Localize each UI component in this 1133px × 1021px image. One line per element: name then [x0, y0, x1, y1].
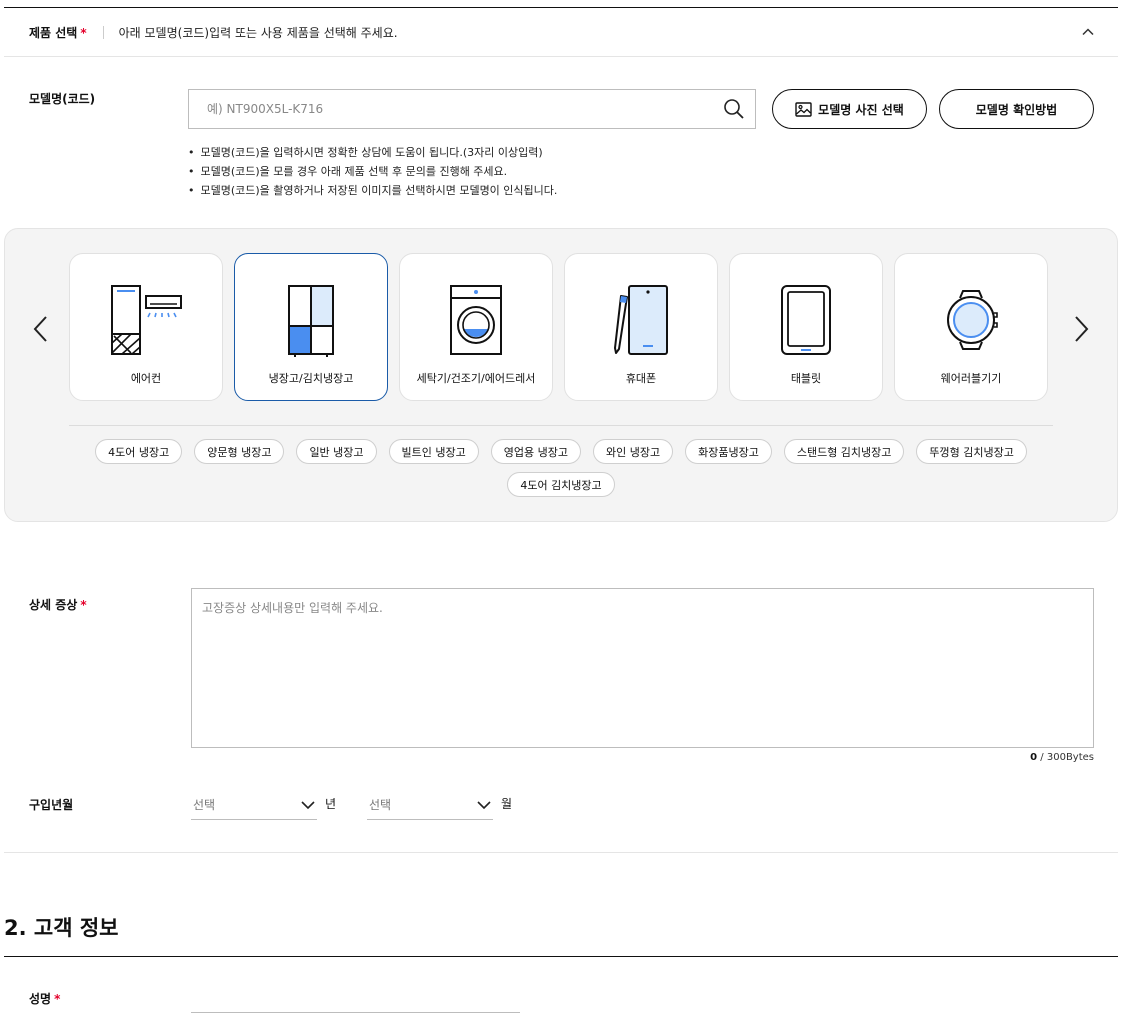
name-label: 성명 * [29, 992, 61, 1006]
subcategory-chip[interactable]: 스탠드형 김치냉장고 [783, 439, 905, 464]
product-select-description: 아래 모델명(코드)입력 또는 사용 제품을 선택해 주세요. [118, 26, 398, 40]
subcategory-chip[interactable]: 일반 냉장고 [296, 439, 377, 464]
chevron-left-icon [33, 316, 47, 342]
subcategory-chip[interactable]: 4도어 김치냉장고 [507, 472, 615, 497]
model-label: 모델명(코드) [29, 92, 96, 106]
model-notes: 모델명(코드)을 입력하시면 정확한 상담에 도움이 됩니다.(3자리 이상입력… [188, 143, 558, 200]
byte-limit: / 300Bytes [1037, 752, 1094, 763]
customer-section-title: 2. 고객 정보 [4, 916, 119, 940]
chevron-down-icon [477, 800, 491, 809]
model-note: 모델명(코드)을 입력하시면 정확한 상담에 도움이 됩니다.(3자리 이상입력… [188, 143, 557, 162]
category-name: 웨어러블기기 [940, 372, 1002, 385]
prev-arrow[interactable] [25, 309, 55, 349]
header-divider [4, 56, 1118, 57]
year-select-value: 선택 [193, 798, 216, 812]
subcategory-chip[interactable]: 빌트인 냉장고 [388, 439, 479, 464]
section-divider [4, 852, 1118, 853]
product-select-header[interactable]: 제품 선택 * 아래 모델명(코드)입력 또는 사용 제품을 선택해 주세요. [4, 8, 1118, 57]
chevron-up-icon[interactable] [1080, 24, 1096, 40]
category-name: 세탁기/건조기/에어드레서 [416, 372, 536, 385]
category-card-wearable[interactable]: 웨어러블기기 [894, 253, 1048, 401]
image-icon [795, 101, 812, 117]
smartwatch-icon [947, 290, 998, 350]
mobile-phone-icon [614, 285, 668, 355]
category-card-tablet[interactable]: 태블릿 [729, 253, 883, 401]
purchase-label: 구입년월 [29, 798, 74, 812]
month-select[interactable]: 선택 [367, 790, 493, 820]
subcategory-chip[interactable]: 화장품냉장고 [685, 439, 772, 464]
customer-section-divider [4, 956, 1118, 957]
month-select-value: 선택 [369, 798, 392, 812]
symptom-label: 상세 증상 * [29, 598, 87, 612]
subcategory-chip[interactable]: 양문형 냉장고 [194, 439, 285, 464]
byte-counter: 0 / 300Bytes [1030, 752, 1094, 763]
chevron-down-icon [301, 800, 315, 809]
model-howto-button[interactable]: 모델명 확인방법 [939, 89, 1094, 129]
air-conditioner-icon [111, 285, 182, 355]
tablet-icon [781, 285, 831, 355]
category-name: 냉장고/김치냉장고 [268, 372, 354, 385]
model-search-input[interactable] [189, 90, 723, 128]
next-arrow[interactable] [1067, 309, 1097, 349]
model-note: 모델명(코드)을 모를 경우 아래 제품 선택 후 문의를 진행해 주세요. [188, 162, 557, 181]
category-name: 휴대폰 [625, 372, 657, 385]
subcategory-chip[interactable]: 와인 냉장고 [592, 439, 674, 464]
year-unit: 년 [325, 797, 337, 811]
search-icon[interactable] [723, 98, 745, 120]
product-select-label: 제품 선택 * [29, 26, 87, 40]
refrigerator-icon [288, 285, 334, 357]
year-select[interactable]: 선택 [191, 790, 317, 820]
month-unit: 월 [501, 797, 513, 811]
subcategory-chip[interactable]: 영업용 냉장고 [490, 439, 581, 464]
category-card-mobile-phone[interactable]: 휴대폰 [564, 253, 718, 401]
panel-divider [69, 425, 1053, 426]
symptom-textarea[interactable] [191, 588, 1094, 748]
subcategory-chips: 4도어 냉장고 양문형 냉장고 일반 냉장고 빌트인 냉장고 영업용 냉장고 와… [69, 439, 1053, 505]
category-card-air-conditioner[interactable]: 에어컨 [69, 253, 223, 401]
model-photo-select-button[interactable]: 모델명 사진 선택 [772, 89, 927, 129]
model-search-box [188, 89, 756, 129]
model-photo-select-label: 모델명 사진 선택 [818, 102, 904, 117]
category-name: 에어컨 [130, 372, 162, 385]
category-cards: 에어컨 냉장고/김치냉장고 세탁기/건조기/에어드레서 휴대폰 태블릿 웨어러블… [69, 253, 1059, 401]
model-note: 모델명(코드)을 촬영하거나 저장된 이미지를 선택하시면 모델명이 인식됩니다… [188, 181, 558, 200]
category-card-washing-machine[interactable]: 세탁기/건조기/에어드레서 [399, 253, 553, 401]
name-input[interactable] [191, 1012, 520, 1013]
category-panel: 에어컨 냉장고/김치냉장고 세탁기/건조기/에어드레서 휴대폰 태블릿 웨어러블… [4, 228, 1118, 522]
subcategory-chip[interactable]: 뚜껑형 김치냉장고 [916, 439, 1027, 464]
category-card-refrigerator[interactable]: 냉장고/김치냉장고 [234, 253, 388, 401]
chevron-right-icon [1075, 316, 1089, 342]
washing-machine-icon [450, 285, 502, 355]
header-separator [102, 26, 104, 39]
subcategory-chip[interactable]: 4도어 냉장고 [95, 439, 183, 464]
category-name: 태블릿 [790, 372, 822, 385]
